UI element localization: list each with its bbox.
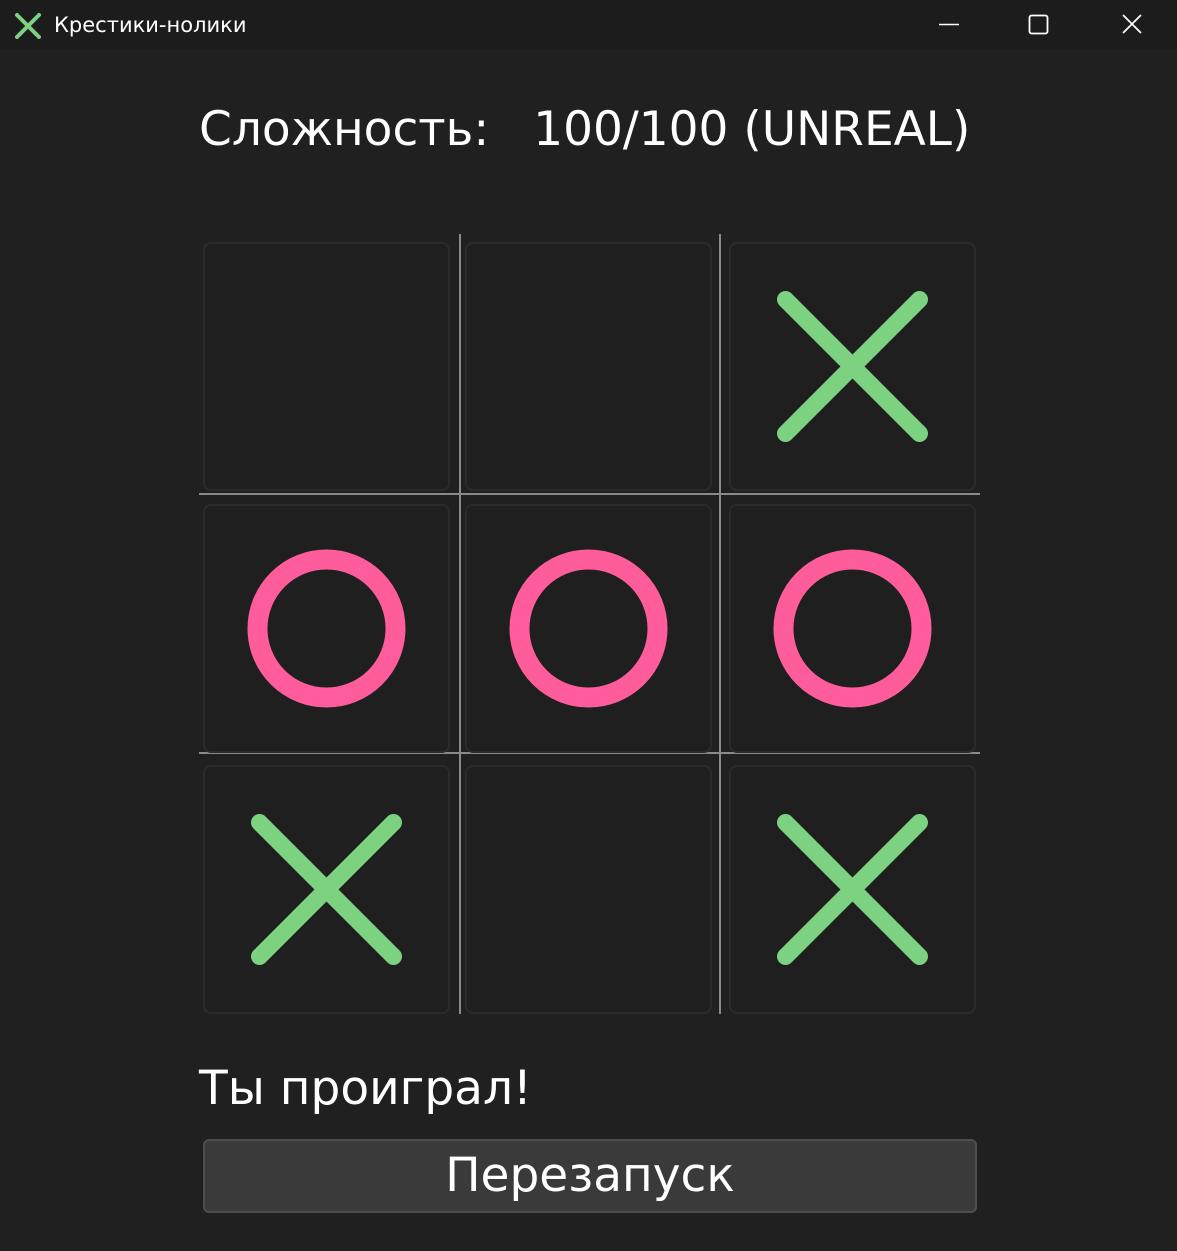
cross-mark-icon (777, 814, 928, 965)
minimize-button[interactable] (903, 0, 995, 50)
grid-line-horizontal-1 (199, 493, 980, 495)
maximize-button[interactable] (993, 0, 1085, 50)
cross-icon (15, 13, 41, 39)
board-cell-2-2[interactable] (465, 504, 712, 753)
grid-line-vertical-1 (459, 234, 461, 1014)
board-cell-1-2[interactable] (465, 242, 712, 491)
board-cell-1-1[interactable] (203, 242, 450, 491)
board-cell-2-1[interactable] (203, 504, 450, 753)
circle-mark-icon (773, 549, 932, 708)
close-button[interactable] (1085, 0, 1177, 50)
board-cell-3-3[interactable] (729, 765, 976, 1014)
game-window: Крестики-нолики Сложность: 100/100 (UNREA… (0, 0, 1177, 1251)
circle-mark-icon (247, 549, 406, 708)
difficulty-value: 100/100 (UNREAL) (533, 102, 971, 157)
game-status: Ты проиграл! (199, 1061, 532, 1116)
difficulty-label: Сложность: (199, 102, 490, 157)
game-board (199, 234, 980, 1014)
board-cell-3-2[interactable] (465, 765, 712, 1014)
board-cell-1-3[interactable] (729, 242, 976, 491)
difficulty-display: Сложность: 100/100 (UNREAL) (199, 100, 970, 160)
board-cell-3-1[interactable] (203, 765, 450, 1014)
close-icon (1122, 14, 1142, 34)
title-bar[interactable]: Крестики-нолики (0, 0, 1177, 50)
window-title: Крестики-нолики (54, 13, 247, 37)
cross-mark-icon (777, 291, 928, 442)
restart-button[interactable]: Перезапуск (203, 1139, 977, 1213)
cross-mark-icon (251, 814, 402, 965)
circle-mark-icon (509, 549, 668, 708)
minimize-icon (939, 23, 959, 26)
grid-line-vertical-2 (719, 234, 721, 1014)
maximize-icon (1028, 14, 1049, 35)
board-cell-2-3[interactable] (729, 504, 976, 753)
